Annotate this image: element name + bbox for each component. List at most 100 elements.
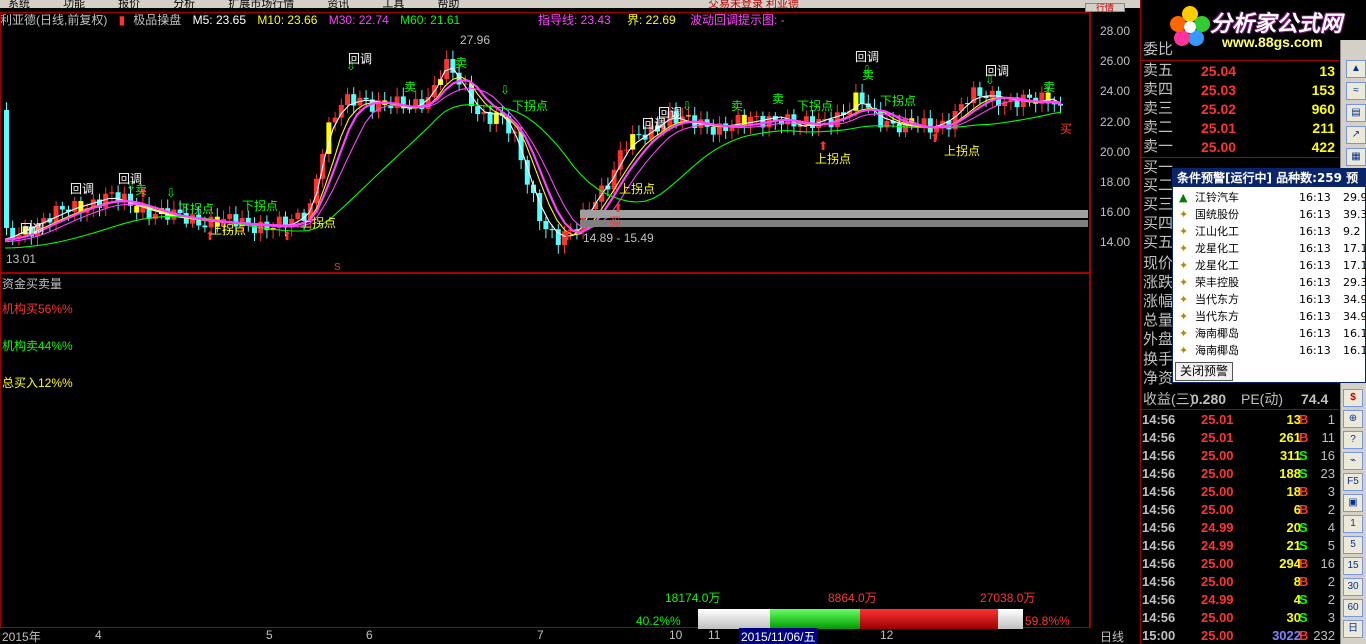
menu-item-tools[interactable]: 工具 <box>374 0 404 8</box>
x-year: 2015年 <box>2 630 41 644</box>
alert-row[interactable]: ✦ 龙星化工 16:13 17.1 <box>1173 257 1366 274</box>
alert-row[interactable]: ✦ 海南椰岛 16:13 16.1 <box>1173 342 1366 359</box>
indicator-icon[interactable]: ⌁ <box>1343 452 1363 470</box>
trade-tab[interactable]: 行情 <box>1085 3 1125 13</box>
tick-count: 2 <box>1327 502 1335 517</box>
tick-row[interactable]: 14:56 25.00 294 B 16 <box>1141 555 1339 573</box>
period-15-icon[interactable]: 15 <box>1343 557 1363 575</box>
alert-row[interactable]: ✦ 当代东方 16:13 34.9 <box>1173 291 1366 308</box>
window-icon[interactable]: ▣ <box>1343 494 1363 512</box>
sell-label: 卖 <box>1043 80 1056 94</box>
sell-level-row[interactable]: 卖五 25.04 13 <box>1141 61 1339 81</box>
menu-item-analysis[interactable]: 分析 <box>165 0 195 8</box>
tick-volume: 21 <box>1286 538 1301 553</box>
tick-time: 14:56 <box>1142 412 1176 427</box>
alert-stock-name: 江铃汽车 <box>1195 191 1239 204</box>
sell-level-row[interactable]: 卖三 25.02 960 <box>1141 99 1339 119</box>
tick-volume: 20 <box>1286 520 1301 535</box>
alert-row[interactable]: ▲ 江铃汽车 16:13 29.9 <box>1173 189 1366 206</box>
tick-row[interactable]: 14:56 24.99 20 S 4 <box>1141 519 1339 537</box>
period-5-icon[interactable]: 5 <box>1343 536 1363 554</box>
bell-icon: ✦ <box>1179 208 1189 221</box>
alert-row[interactable]: ✦ 江山化工 16:13 9.2 <box>1173 223 1366 240</box>
sell-level-label: 卖四 <box>1143 81 1174 98</box>
tick-row[interactable]: 14:56 25.00 30 S 3 <box>1141 609 1339 627</box>
tick-count: 3 <box>1327 610 1335 625</box>
left-percent: 40.2%% <box>636 614 681 628</box>
period-30-icon[interactable]: 30 <box>1343 578 1363 596</box>
earnings-value: 0.280 <box>1191 391 1227 407</box>
up-turn-label: 上拐点 <box>619 182 656 196</box>
menu-item-info[interactable]: 资讯 <box>319 0 349 8</box>
menu-item-extended[interactable]: 扩展市场行情 <box>220 0 294 8</box>
tick-side: S <box>1299 520 1308 535</box>
alert-row[interactable]: ✦ 海南椰岛 16:13 16.1 <box>1173 325 1366 342</box>
tick-count: 4 <box>1327 520 1335 535</box>
price-tick: 22.00 <box>1099 115 1131 129</box>
high-price-label: 27.96 <box>460 33 491 47</box>
tick-side: B <box>1299 628 1309 643</box>
menu-item-help[interactable]: 帮助 <box>429 0 459 8</box>
menu-item-system[interactable]: 系统 <box>0 0 30 8</box>
f5-icon[interactable]: F5 <box>1343 473 1363 491</box>
alert-row[interactable]: ✦ 荣丰控股 16:13 29.3 <box>1173 274 1366 291</box>
stat-label: 总量 <box>1143 312 1174 329</box>
chart-trend-icon[interactable]: ↗ <box>1346 126 1366 144</box>
tick-side: S <box>1299 466 1308 481</box>
sell-level-label: 卖一 <box>1143 138 1174 155</box>
tick-price: 25.00 <box>1201 466 1234 481</box>
alert-row[interactable]: ✦ 龙星化工 16:13 17.1 <box>1173 240 1366 257</box>
menu-item-quote[interactable]: 报价 <box>110 0 140 8</box>
sell-level-price: 25.00 <box>1201 139 1237 155</box>
grid-icon[interactable]: ▦ <box>1346 148 1366 166</box>
period-60-icon[interactable]: 60 <box>1343 599 1363 617</box>
buy-level-label: 买一 <box>1143 159 1174 176</box>
tick-row[interactable]: 14:56 25.00 188 S 23 <box>1141 465 1339 483</box>
alert-time: 16:13 <box>1299 259 1331 272</box>
alert-row[interactable]: ✦ 当代东方 16:13 34.9 <box>1173 308 1366 325</box>
down-turn-label: 下拐点 <box>512 99 549 113</box>
bell-icon: ✦ <box>1179 225 1189 238</box>
dollar-icon[interactable]: $ <box>1343 389 1363 407</box>
navigate-icon[interactable]: ⊕ <box>1343 410 1363 428</box>
chart-line-icon[interactable]: ≈ <box>1346 82 1366 100</box>
help-icon[interactable]: ? <box>1343 431 1363 449</box>
tick-row[interactable]: 14:56 24.99 21 S 5 <box>1141 537 1339 555</box>
tick-side: B <box>1299 430 1309 445</box>
x-month: 7 <box>537 628 544 642</box>
close-alert-button[interactable]: 关闭预警 <box>1175 362 1233 381</box>
alert-time: 16:13 <box>1299 191 1331 204</box>
flow-bar-red <box>860 609 998 629</box>
chart-up-icon[interactable]: ▲ <box>1346 60 1366 78</box>
tick-side: B <box>1299 574 1309 589</box>
sell-level-row[interactable]: 卖一 25.00 422 <box>1141 137 1339 157</box>
tick-row[interactable]: 14:56 25.01 13 B 1 <box>1141 411 1339 429</box>
period-label[interactable]: 日线 <box>1100 628 1124 644</box>
alert-stock-name: 荣丰控股 <box>1195 276 1239 289</box>
alert-value: 17.1 <box>1343 242 1366 255</box>
period-1-icon[interactable]: 1 <box>1343 515 1363 533</box>
tick-side: B <box>1299 502 1309 517</box>
menu-item-function[interactable]: 功能 <box>55 0 85 8</box>
chart-bar-icon[interactable]: ▤ <box>1346 104 1366 122</box>
tick-row[interactable]: 14:56 25.00 18 B 3 <box>1141 483 1339 501</box>
alert-row[interactable]: ✦ 国统股份 16:13 39.3 <box>1173 206 1366 223</box>
axis-divider <box>1089 12 1091 628</box>
tick-side: B <box>1299 412 1309 427</box>
sell-level-row[interactable]: 卖二 25.01 211 <box>1141 118 1339 138</box>
x-month: 12 <box>880 628 894 642</box>
tick-row[interactable]: 14:56 25.00 311 S 16 <box>1141 447 1339 465</box>
tick-row[interactable]: 14:56 25.00 6 B 2 <box>1141 501 1339 519</box>
bell-icon: ✦ <box>1179 310 1189 323</box>
period-day-icon[interactable]: 日 <box>1343 620 1363 638</box>
tick-row[interactable]: 14:56 24.99 4 S 2 <box>1141 591 1339 609</box>
sell-level-row[interactable]: 卖四 25.03 153 <box>1141 80 1339 100</box>
tick-row[interactable]: 15:00 25.00 3022 B 232 <box>1141 627 1339 644</box>
tick-time: 14:56 <box>1142 592 1176 607</box>
tick-price: 25.00 <box>1201 448 1234 463</box>
sell-label: 卖 <box>455 56 468 70</box>
tick-row[interactable]: 14:56 25.01 261 B 11 <box>1141 429 1339 447</box>
tick-row[interactable]: 14:56 25.00 8 B 2 <box>1141 573 1339 591</box>
stat-label: 换手 <box>1143 351 1174 368</box>
order-ratio-label: 委比 <box>1143 41 1174 58</box>
